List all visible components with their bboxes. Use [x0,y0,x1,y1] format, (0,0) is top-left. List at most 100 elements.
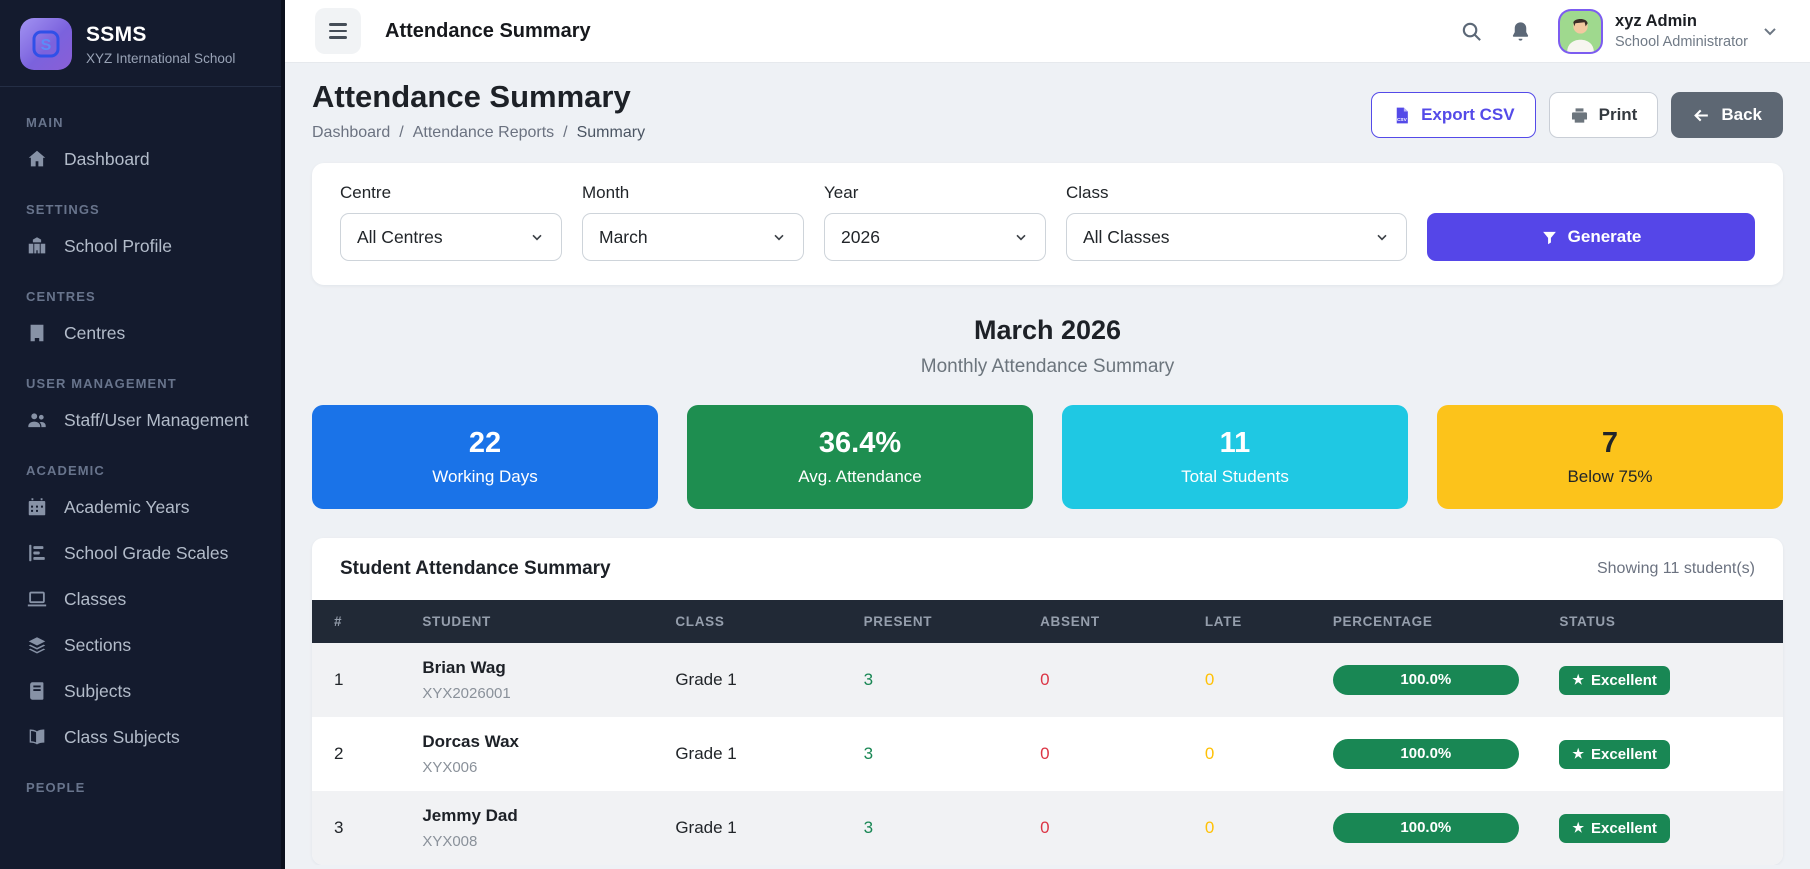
stat-value: 36.4% [819,427,901,460]
breadcrumb-dashboard[interactable]: Dashboard [312,124,390,142]
column-header-absent: ABSENT [1040,600,1205,643]
breadcrumb-summary: Summary [577,124,645,142]
class-value: Grade 1 [675,670,736,689]
chevron-down-icon[interactable] [1760,21,1780,41]
open-book-icon [26,726,48,748]
absent-count: 0 [1040,670,1049,689]
cell-late: 0 [1205,791,1333,865]
star-icon: ★ [1572,672,1584,688]
cell-status: ★Excellent [1559,717,1783,791]
column-header-student: STUDENT [422,600,675,643]
percentage-pill: 100.0% [1333,665,1519,695]
attendance-table-card: Student Attendance Summary Showing 11 st… [312,538,1783,865]
centre-select-value: All Centres [357,227,443,248]
sidebar-item-centres[interactable]: Centres [0,310,281,356]
cell-absent: 0 [1040,791,1205,865]
sidebar-section-label-settings: SETTINGS [0,182,281,223]
sidebar-item-subjects[interactable]: Subjects [0,668,281,714]
month-select[interactable]: March [582,213,804,261]
cell-status: ★Excellent [1559,791,1783,865]
sidebar-item-label: Dashboard [64,149,150,170]
building-icon [26,322,48,344]
sidebar-item-classes[interactable]: Classes [0,576,281,622]
svg-text:CSV: CSV [1397,117,1408,123]
cell-student: Dorcas WaxXYX006 [422,717,675,791]
sidebar-item-staff-user-management[interactable]: Staff/User Management [0,397,281,443]
laptop-icon [26,588,48,610]
column-header-present: PRESENT [864,600,1041,643]
status-badge: ★Excellent [1559,814,1670,843]
sidebar: S SSMS XYZ International School MAINDash… [0,0,285,869]
sidebar-item-label: Staff/User Management [64,410,249,431]
sidebar-item-class-subjects[interactable]: Class Subjects [0,714,281,760]
stat-label: Total Students [1181,467,1289,487]
cell-student: Jemmy DadXYX008 [422,791,675,865]
stat-label: Avg. Attendance [798,467,922,487]
late-count: 0 [1205,670,1214,689]
class-value: Grade 1 [675,818,736,837]
back-button[interactable]: Back [1671,92,1783,138]
centre-select[interactable]: All Centres [340,213,562,261]
centre-label: Centre [340,183,562,203]
stat-value: 7 [1602,427,1618,460]
stat-card-below-75: 7Below 75% [1437,405,1783,509]
print-button[interactable]: Print [1549,92,1659,138]
sidebar-section-label-people: PEOPLE [0,760,281,801]
book-icon [26,680,48,702]
search-icon[interactable] [1460,20,1483,43]
sidebar-item-label: Subjects [64,681,131,702]
csv-file-icon: CSV [1392,106,1411,125]
status-label: Excellent [1591,672,1657,689]
column-header-class: CLASS [675,600,863,643]
stat-card-working-days: 22Working Days [312,405,658,509]
late-count: 0 [1205,818,1214,837]
breadcrumb-attendance-reports[interactable]: Attendance Reports [413,124,554,142]
absent-count: 0 [1040,744,1049,763]
sidebar-item-label: Centres [64,323,125,344]
late-count: 0 [1205,744,1214,763]
class-select[interactable]: All Classes [1066,213,1407,261]
student-name: Jemmy Dad [422,806,667,826]
stats-row: 22Working Days36.4%Avg. Attendance11Tota… [312,405,1783,509]
sidebar-item-sections[interactable]: Sections [0,622,281,668]
breadcrumb-separator: / [563,124,567,142]
chevron-down-icon [771,229,787,245]
filter-card: Centre All Centres Month March Year 2026 [312,163,1783,285]
sidebar-item-academic-years[interactable]: Academic Years [0,484,281,530]
brand-subtitle: XYZ International School [86,51,235,66]
notifications-bell-icon[interactable] [1509,20,1532,43]
generate-label: Generate [1568,227,1642,247]
sidebar-nav: MAINDashboardSETTINGSSchool ProfileCENTR… [0,87,281,801]
user-menu[interactable]: xyz Admin School Administrator [1558,9,1780,54]
sidebar-item-school-grade-scales[interactable]: School Grade Scales [0,530,281,576]
topbar: Attendance Summary xyz Admin School Admi… [285,0,1810,63]
brand[interactable]: S SSMS XYZ International School [0,0,281,87]
brand-name: SSMS [86,23,235,47]
row-number: 1 [334,670,343,689]
column-header-percentage: PERCENTAGE [1333,600,1560,643]
chevron-down-icon [529,229,545,245]
column-header-num: # [312,600,422,643]
summary-month-heading: March 2026 [312,315,1783,346]
generate-button[interactable]: Generate [1427,213,1755,261]
sidebar-item-label: School Profile [64,236,172,257]
cell-present: 3 [864,717,1041,791]
row-number: 2 [334,744,343,763]
school-icon [26,235,48,257]
sidebar-item-dashboard[interactable]: Dashboard [0,136,281,182]
calendar-icon [26,496,48,518]
cell-present: 3 [864,791,1041,865]
present-count: 3 [864,818,873,837]
year-select[interactable]: 2026 [824,213,1046,261]
sidebar-section-label-academic: ACADEMIC [0,443,281,484]
printer-icon [1570,106,1589,125]
export-csv-label: Export CSV [1421,105,1515,125]
print-label: Print [1599,105,1638,125]
sidebar-item-school-profile[interactable]: School Profile [0,223,281,269]
year-select-value: 2026 [841,227,880,248]
menu-toggle-button[interactable] [315,8,361,54]
column-header-late: LATE [1205,600,1333,643]
student-id: XYX2026001 [422,685,667,702]
chevron-down-icon [1013,229,1029,245]
export-csv-button[interactable]: CSV Export CSV [1371,92,1536,138]
